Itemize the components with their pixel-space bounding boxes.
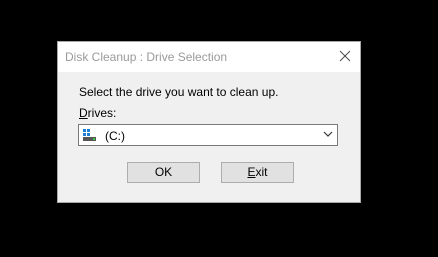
exit-button-mnemonic: E bbox=[247, 165, 256, 179]
selected-drive: (C:) bbox=[105, 129, 125, 143]
exit-button-rest: xit bbox=[255, 165, 268, 179]
drives-label: Drives: bbox=[79, 106, 116, 120]
title-bar: Disk Cleanup : Drive Selection bbox=[58, 42, 360, 72]
drives-label-rest: rives: bbox=[87, 106, 117, 120]
instruction-text: Select the drive you want to clean up. bbox=[79, 85, 279, 99]
drives-label-mnemonic: D bbox=[79, 106, 88, 120]
drives-dropdown[interactable]: (C:) bbox=[78, 124, 338, 146]
window-title: Disk Cleanup : Drive Selection bbox=[65, 50, 228, 64]
ok-button[interactable]: OK bbox=[127, 162, 200, 183]
chevron-down-icon[interactable] bbox=[323, 131, 333, 138]
drive-selection-dialog: Disk Cleanup : Drive Selection Select th… bbox=[57, 41, 361, 203]
close-button[interactable] bbox=[330, 42, 360, 72]
close-icon bbox=[339, 50, 351, 62]
exit-button[interactable]: Exit bbox=[221, 162, 294, 183]
hard-drive-icon bbox=[83, 129, 96, 141]
